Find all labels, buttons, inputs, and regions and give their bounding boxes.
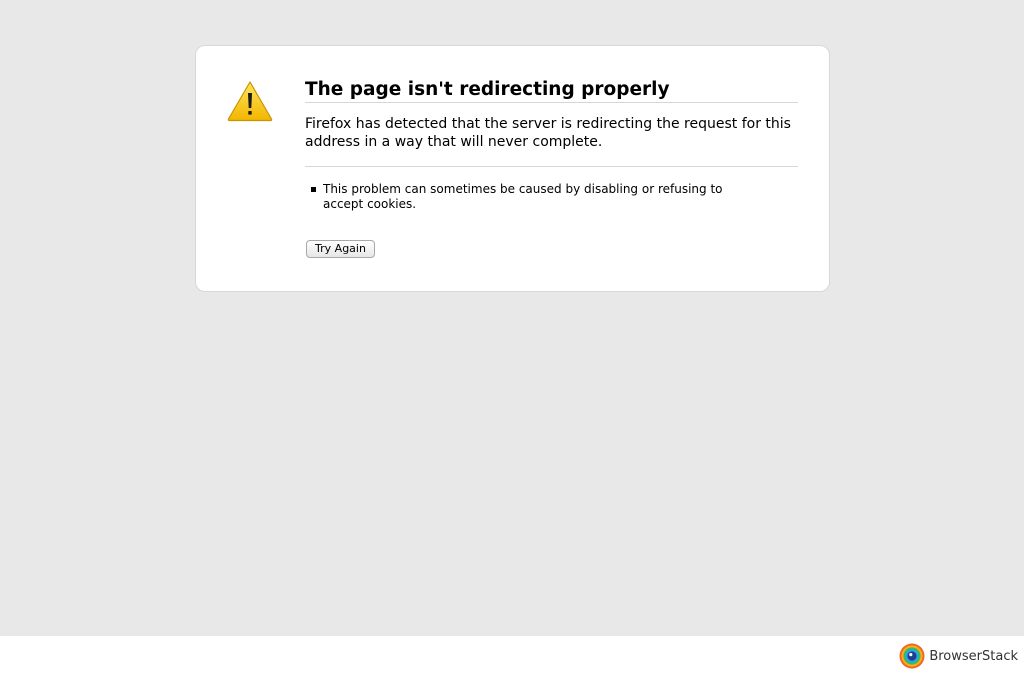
bullet-icon	[311, 187, 316, 192]
browser-viewport: The page isn't redirecting properly Fire…	[0, 0, 1024, 636]
browserstack-name: BrowserStack	[929, 648, 1018, 664]
error-title: The page isn't redirecting properly	[305, 78, 798, 103]
error-box: The page isn't redirecting properly Fire…	[195, 45, 830, 292]
browserstack-brand: BrowserStack	[899, 643, 1018, 669]
footer-bar: BrowserStack	[0, 636, 1024, 676]
error-description: Firefox has detected that the server is …	[305, 116, 791, 150]
warning-triangle-icon	[227, 81, 273, 122]
try-again-button[interactable]: Try Again	[306, 240, 375, 258]
suggestion-list: This problem can sometimes be caused by …	[305, 182, 798, 212]
list-item: This problem can sometimes be caused by …	[305, 182, 798, 212]
browserstack-logo-icon	[899, 643, 925, 669]
divider	[305, 166, 798, 167]
suggestion-text: This problem can sometimes be caused by …	[323, 182, 723, 211]
